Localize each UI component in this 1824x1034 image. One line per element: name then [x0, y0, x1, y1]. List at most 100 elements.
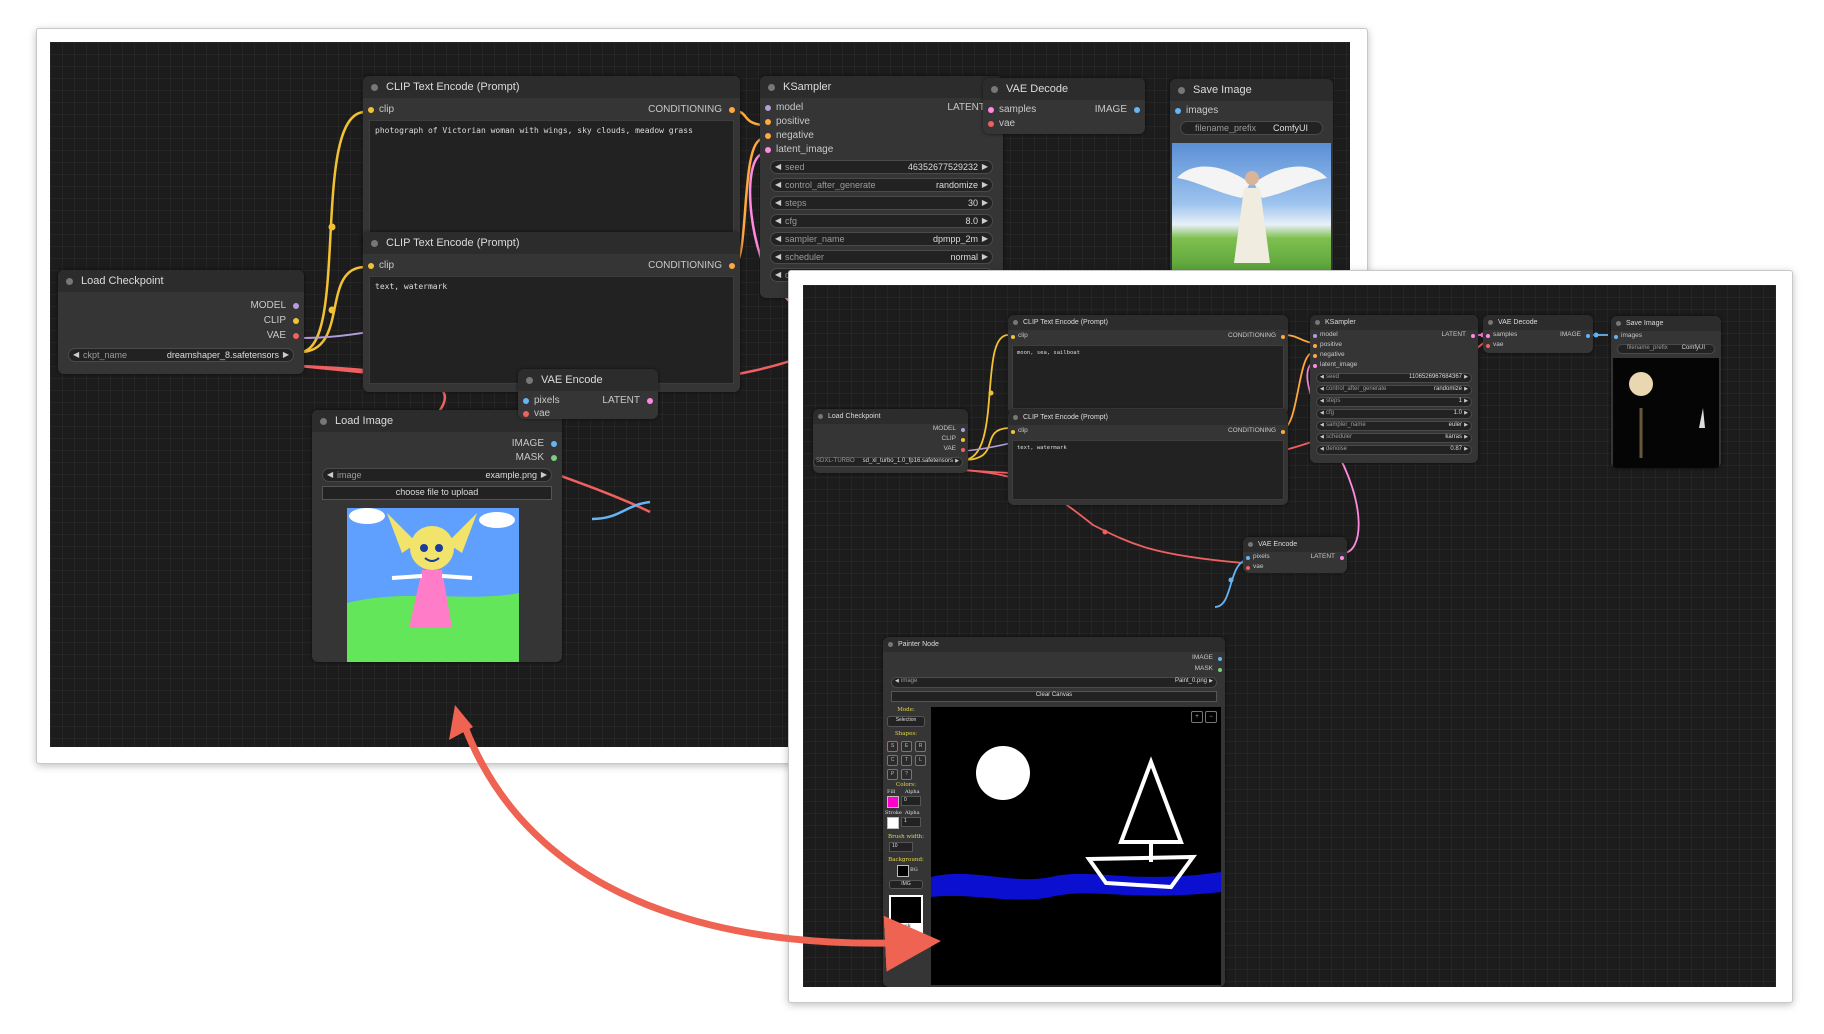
clip-input-dot[interactable] — [1011, 335, 1015, 339]
collapse-dot-icon[interactable] — [1488, 320, 1493, 325]
clip-input-dot[interactable] — [368, 107, 374, 113]
images-input-dot[interactable] — [1175, 108, 1181, 114]
pixels-input-dot[interactable] — [523, 398, 529, 404]
conditioning-output-dot[interactable] — [1281, 335, 1285, 339]
decrement-arrow-icon[interactable]: ◀ — [1320, 446, 1324, 452]
prompt-textarea[interactable]: text, watermark — [369, 276, 734, 384]
increment-arrow-icon[interactable]: ▶ — [955, 458, 959, 464]
tool-ellipse-button[interactable]: E — [901, 741, 912, 752]
vae-encode-node[interactable]: VAE Encode pixels vae LATENT — [1243, 537, 1347, 573]
latent-output-dot[interactable] — [1471, 334, 1475, 338]
prompt-textarea[interactable]: text, watermark — [1012, 440, 1284, 500]
node-header[interactable]: Load Checkpoint — [58, 270, 304, 292]
model-input-dot[interactable] — [1313, 334, 1317, 338]
tool-text-button[interactable]: ? — [901, 769, 912, 780]
latent-input-dot[interactable] — [1313, 364, 1317, 368]
increment-arrow-icon[interactable]: ▶ — [982, 180, 988, 189]
image-select-widget[interactable]: ◀ image example.png ▶ — [322, 468, 552, 482]
denoise-widget[interactable]: ◀ denoise 0.87 ▶ — [1316, 445, 1472, 455]
clip-text-encode-positive-node[interactable]: CLIP Text Encode (Prompt) clip CONDITION… — [363, 76, 740, 254]
ksampler-node[interactable]: KSampler model positive negative latent_… — [1310, 315, 1478, 463]
scheduler-widget[interactable]: ◀ scheduler karras ▶ — [1316, 433, 1472, 443]
increment-arrow-icon[interactable]: ▶ — [1209, 678, 1213, 684]
node-header[interactable]: Save Image — [1170, 79, 1333, 101]
vae-input-dot[interactable] — [523, 411, 529, 417]
negative-input-dot[interactable] — [765, 133, 771, 139]
node-header[interactable]: CLIP Text Encode (Prompt) — [1008, 315, 1288, 330]
increment-arrow-icon[interactable]: ▶ — [982, 252, 988, 261]
collapse-dot-icon[interactable] — [320, 417, 327, 425]
image-select-widget[interactable]: ◀ image Paint_0.png ▶ — [891, 677, 1217, 688]
clip-input-dot[interactable] — [368, 263, 374, 269]
ckpt-name-widget[interactable]: SDXL-TURBO sd_xl_turbo_1.0_fp16.safetenso… — [813, 457, 963, 467]
model-output-dot[interactable] — [293, 303, 299, 309]
fill-color-swatch[interactable] — [887, 796, 899, 808]
stroke-color-swatch[interactable] — [887, 817, 899, 829]
increment-arrow-icon[interactable]: ▶ — [1464, 398, 1468, 404]
load-checkpoint-node[interactable]: Load Checkpoint MODEL CLIP VAE SDXL-TURB… — [813, 409, 968, 473]
brush-width-input[interactable]: 10 — [889, 842, 913, 852]
img-button[interactable]: IMG — [889, 880, 923, 889]
load-checkpoint-node[interactable]: Load Checkpoint MODEL CLIP VAE ◀ ckpt_nam… — [58, 270, 304, 374]
increment-arrow-icon[interactable]: ▶ — [982, 234, 988, 243]
clip-text-encode-negative-node[interactable]: CLIP Text Encode (Prompt) clip CONDITION… — [1008, 410, 1288, 505]
decrement-arrow-icon[interactable]: ◀ — [1320, 434, 1324, 440]
vae-input-dot[interactable] — [1246, 566, 1250, 570]
tool-line-button[interactable]: L — [915, 755, 926, 766]
node-header[interactable]: CLIP Text Encode (Prompt) — [363, 232, 740, 254]
right-node-canvas[interactable]: CLIP Text Encode (Prompt) clip CONDITION… — [803, 285, 1776, 987]
node-header[interactable]: Load Checkpoint — [813, 409, 968, 424]
painter-node[interactable]: Painter Node IMAGE MASK ◀ image Paint_0.pn… — [883, 637, 1225, 987]
decrement-arrow-icon[interactable]: ◀ — [775, 252, 781, 261]
decrement-arrow-icon[interactable]: ◀ — [327, 470, 333, 479]
vae-output-dot[interactable] — [293, 333, 299, 339]
collapse-dot-icon[interactable] — [371, 83, 378, 91]
collapse-dot-icon[interactable] — [1178, 86, 1185, 94]
collapse-dot-icon[interactable] — [818, 414, 823, 419]
painter-drawing-canvas[interactable]: + − — [931, 707, 1221, 985]
collapse-dot-icon[interactable] — [991, 85, 998, 93]
image-output-dot[interactable] — [1134, 107, 1140, 113]
collapse-dot-icon[interactable] — [1013, 320, 1018, 325]
tool-pencil-button[interactable]: P — [887, 769, 898, 780]
increment-arrow-icon[interactable]: ▶ — [541, 470, 547, 479]
increment-arrow-icon[interactable]: ▶ — [982, 216, 988, 225]
image-output-dot[interactable] — [1586, 334, 1590, 338]
decrement-arrow-icon[interactable]: ◀ — [1320, 410, 1324, 416]
decrement-arrow-icon[interactable]: ◀ — [1320, 374, 1324, 380]
node-header[interactable]: Painter Node — [883, 637, 1225, 652]
steps-widget[interactable]: ◀ steps 30 ▶ — [770, 196, 993, 210]
node-header[interactable]: CLIP Text Encode (Prompt) — [1008, 410, 1288, 425]
clip-output-dot[interactable] — [293, 318, 299, 324]
clear-canvas-button[interactable]: Clear Canvas — [891, 691, 1217, 702]
tool-rect-button[interactable]: R — [915, 741, 926, 752]
decrement-arrow-icon[interactable]: ◀ — [775, 180, 781, 189]
collapse-dot-icon[interactable] — [66, 277, 73, 285]
node-header[interactable]: VAE Decode — [983, 78, 1145, 100]
save-image-node[interactable]: Save Image images filename_prefix ComfyUI — [1170, 79, 1333, 279]
decrement-arrow-icon[interactable]: ◀ — [775, 216, 781, 225]
node-header[interactable]: VAE Encode — [518, 369, 658, 391]
clip-input-dot[interactable] — [1011, 430, 1015, 434]
increment-arrow-icon[interactable]: ▶ — [982, 198, 988, 207]
collapse-dot-icon[interactable] — [1248, 542, 1253, 547]
sampler-name-widget[interactable]: ◀ sampler_name euler ▶ — [1316, 421, 1472, 431]
scheduler-widget[interactable]: ◀ scheduler normal ▶ — [770, 250, 993, 264]
pixels-input-dot[interactable] — [1246, 556, 1250, 560]
collapse-dot-icon[interactable] — [768, 83, 775, 91]
clip-text-encode-positive-node[interactable]: CLIP Text Encode (Prompt) clip CONDITION… — [1008, 315, 1288, 415]
decrement-arrow-icon[interactable]: ◀ — [775, 270, 781, 279]
latent-output-dot[interactable] — [647, 398, 653, 404]
collapse-dot-icon[interactable] — [526, 376, 533, 384]
seed-widget[interactable]: ◀ seed 46352677529232 ▶ — [770, 160, 993, 174]
clip-text-encode-negative-node[interactable]: CLIP Text Encode (Prompt) clip CONDITION… — [363, 232, 740, 392]
sampler-name-widget[interactable]: ◀ sampler_name dpmpp_2m ▶ — [770, 232, 993, 246]
increment-arrow-icon[interactable]: ▶ — [1464, 410, 1468, 416]
node-header[interactable]: Save Image — [1611, 316, 1721, 331]
vae-decode-node[interactable]: VAE Decode samples vae IMAGE — [1483, 315, 1593, 353]
latent-output-dot[interactable] — [1340, 556, 1344, 560]
ksampler-node[interactable]: KSampler model positive negative latent_… — [760, 76, 1003, 298]
clip-output-dot[interactable] — [961, 438, 965, 442]
decrement-arrow-icon[interactable]: ◀ — [775, 234, 781, 243]
prompt-textarea[interactable]: moon, sea, sailboat — [1012, 345, 1284, 409]
